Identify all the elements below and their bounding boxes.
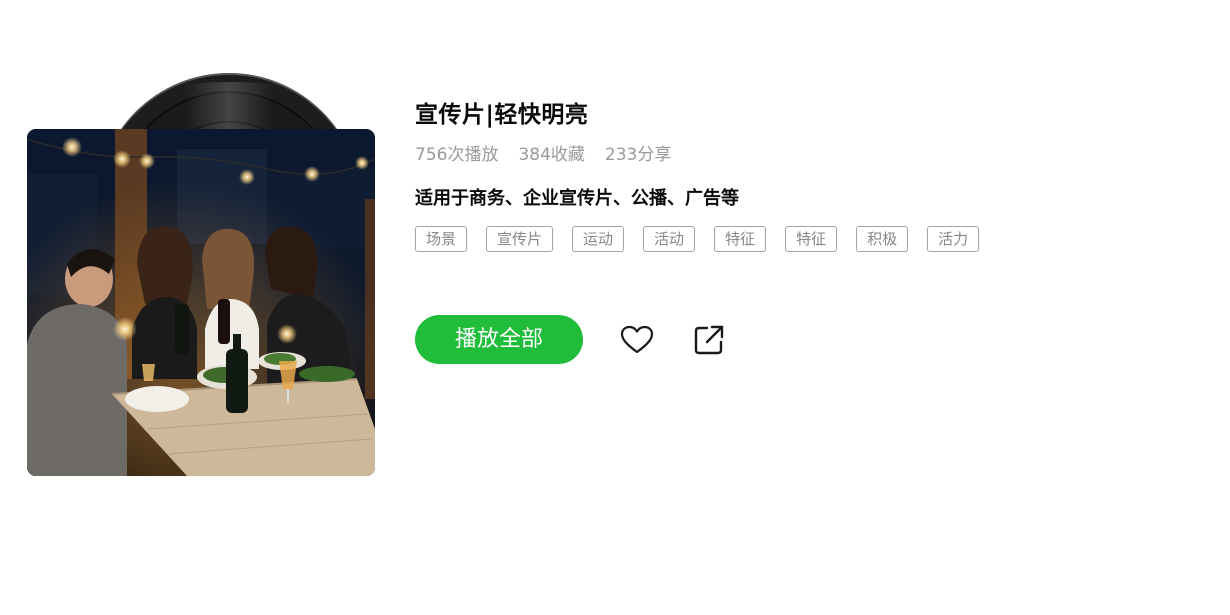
tag-list: 场景 宣传片 运动 活动 特征 特征 积极 活力 bbox=[415, 226, 1195, 252]
playlist-stats: 756次播放 384收藏 233分享 bbox=[415, 143, 1195, 167]
playlist-cover-area bbox=[27, 60, 375, 476]
tag[interactable]: 宣传片 bbox=[486, 226, 554, 252]
tag[interactable]: 场景 bbox=[415, 226, 468, 252]
like-button[interactable] bbox=[619, 322, 655, 358]
favorite-count: 384收藏 bbox=[518, 145, 585, 165]
play-all-button[interactable]: 播放全部 bbox=[415, 315, 583, 364]
share-count: 233分享 bbox=[604, 145, 672, 165]
playlist-cover-image[interactable] bbox=[27, 129, 375, 476]
tag[interactable]: 特征 bbox=[785, 226, 838, 252]
tag[interactable]: 运动 bbox=[572, 226, 625, 252]
tag[interactable]: 活力 bbox=[927, 226, 980, 252]
heart-icon bbox=[620, 325, 654, 353]
playlist-description: 适用于商务、企业宣传片、公播、广告等 bbox=[415, 188, 739, 209]
playlist-info: 宣传片|轻快明亮 756次播放 384收藏 233分享 适用于商务、企业宣传片、… bbox=[415, 96, 1195, 364]
share-button[interactable] bbox=[691, 322, 727, 358]
tag[interactable]: 积极 bbox=[856, 226, 909, 252]
tag[interactable]: 活动 bbox=[643, 226, 696, 252]
action-bar: 播放全部 bbox=[415, 315, 727, 364]
share-icon bbox=[694, 325, 724, 354]
tag[interactable]: 特征 bbox=[714, 226, 767, 252]
playlist-title: 宣传片|轻快明亮 bbox=[415, 102, 589, 128]
play-count: 756次播放 bbox=[415, 145, 499, 165]
cover-photo bbox=[27, 129, 375, 476]
